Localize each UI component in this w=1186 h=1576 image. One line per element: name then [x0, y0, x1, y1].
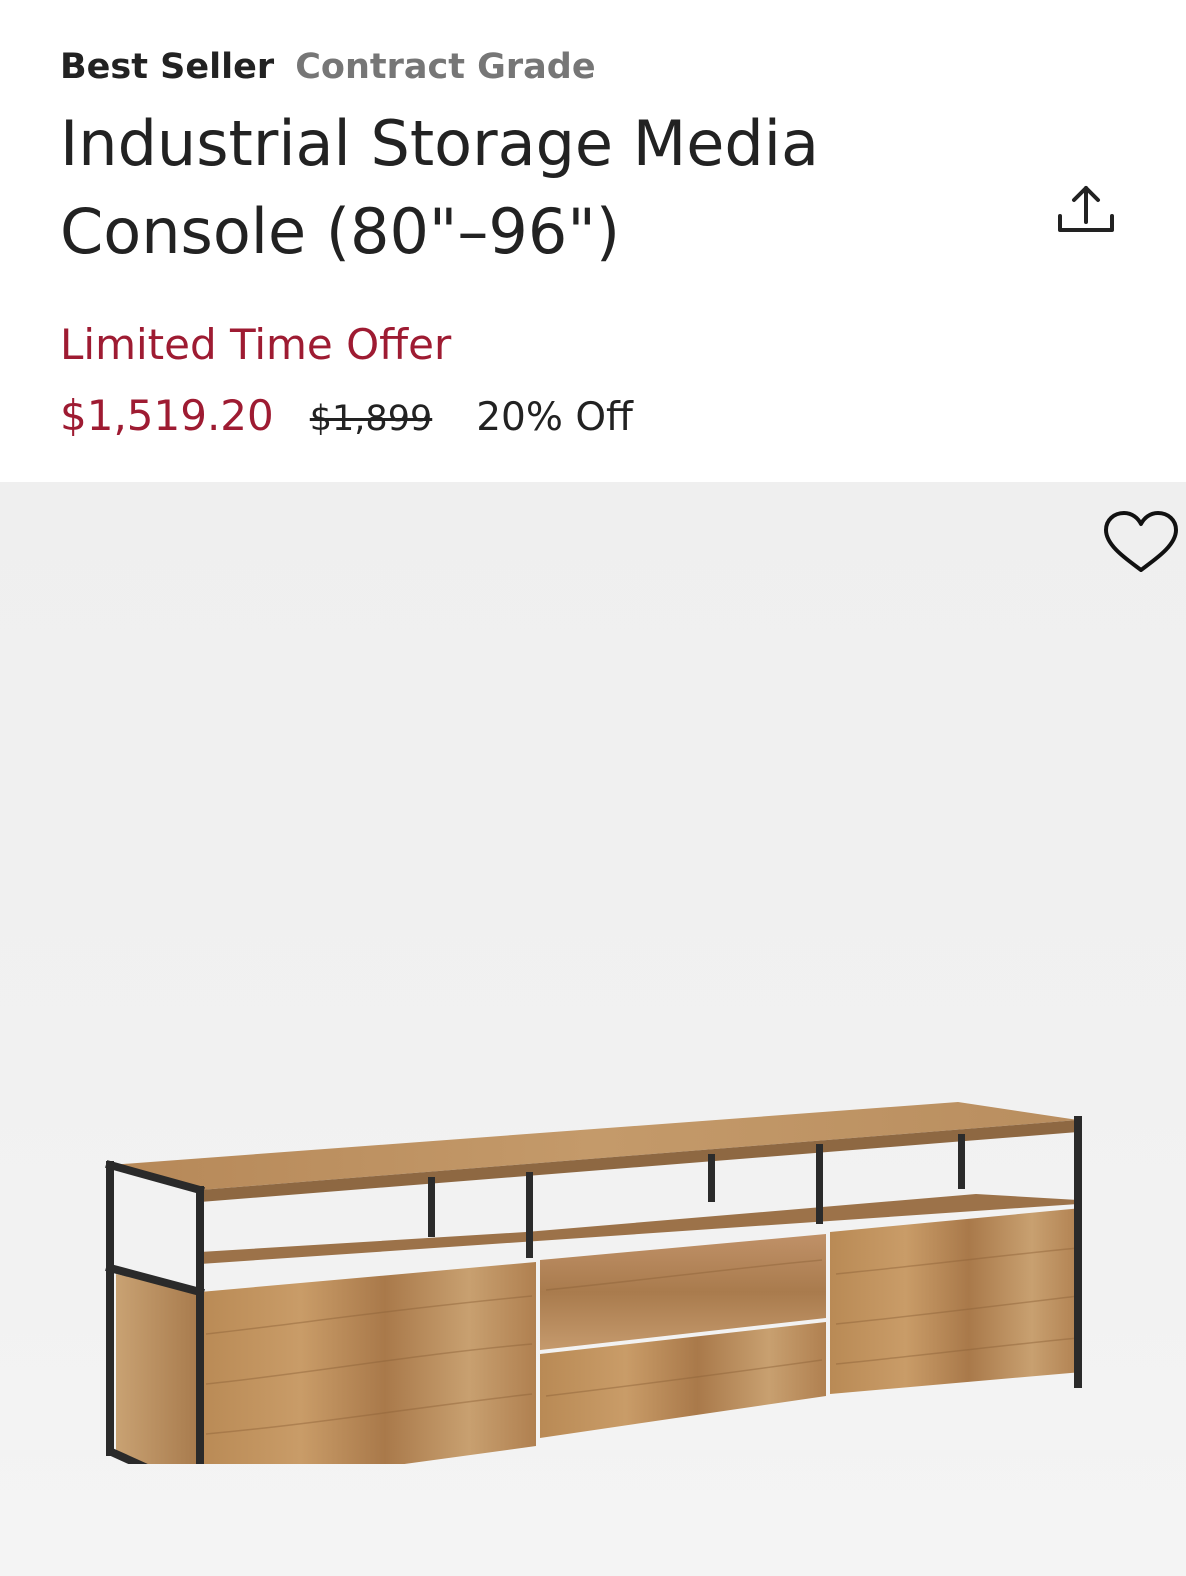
- contract-grade-badge: Contract Grade: [295, 47, 596, 87]
- heart-icon: [1104, 511, 1178, 572]
- product-header: Best Seller Contract Grade Industrial St…: [0, 0, 1186, 482]
- original-price: $1,899: [309, 399, 433, 439]
- discount-label: 20% Off: [476, 395, 633, 440]
- sale-price: $1,519.20: [60, 391, 274, 440]
- best-seller-badge: Best Seller: [60, 47, 275, 87]
- share-button[interactable]: [1052, 180, 1120, 248]
- limited-time-offer-label: Limited Time Offer: [60, 320, 452, 369]
- favorite-button[interactable]: [1100, 508, 1182, 576]
- share-icon: [1058, 186, 1114, 232]
- price-row: $1,519.20 $1,899 20% Off: [60, 388, 633, 444]
- media-console-image: [105, 1102, 1082, 1464]
- product-title: Industrial Storage Media Console (80"–96…: [60, 107, 819, 268]
- product-image-panel: [0, 482, 1186, 1576]
- badge-row: Best Seller Contract Grade: [60, 44, 596, 90]
